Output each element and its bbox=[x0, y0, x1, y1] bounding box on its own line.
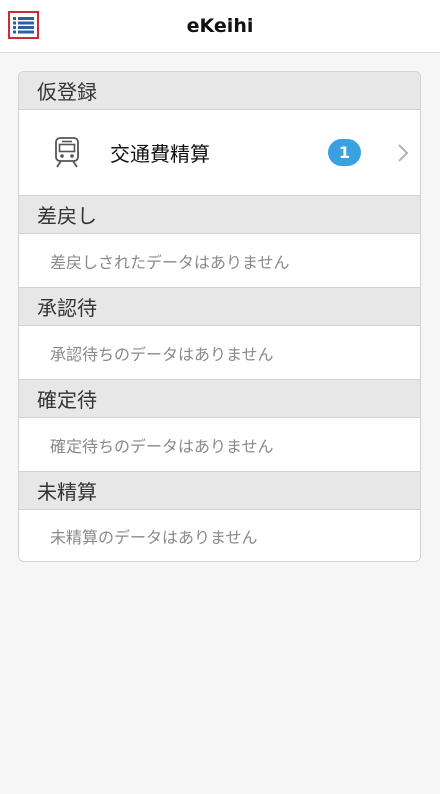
transport-expense-label: 交通費精算 bbox=[110, 142, 210, 166]
app-header: eKeihi bbox=[0, 0, 440, 53]
status-panel: 仮登録 交通費精算 1 差戻し 差戻しされたデータはありません 承認待 承認待ち… bbox=[18, 71, 421, 562]
empty-message-unsettled: 未精算のデータはありません bbox=[19, 510, 420, 561]
empty-message-awaiting-approval: 承認待ちのデータはありません bbox=[19, 326, 420, 379]
chevron-right-icon bbox=[397, 110, 409, 195]
section-header-awaiting-confirmation: 確定待 bbox=[19, 380, 420, 417]
section-header-awaiting-approval: 承認待 bbox=[19, 288, 420, 325]
list-menu-icon bbox=[13, 16, 34, 33]
train-icon bbox=[53, 110, 81, 195]
list-item-transport-expense[interactable]: 交通費精算 1 bbox=[19, 110, 420, 195]
empty-message-awaiting-confirmation: 確定待ちのデータはありません bbox=[19, 418, 420, 471]
empty-message-returned: 差戻しされたデータはありません bbox=[19, 234, 420, 287]
section-header-returned: 差戻し bbox=[19, 196, 420, 233]
section-header-unsettled: 未精算 bbox=[19, 472, 420, 509]
section-header-provisional: 仮登録 bbox=[19, 72, 420, 109]
app-title: eKeihi bbox=[186, 15, 254, 37]
menu-button[interactable] bbox=[8, 11, 39, 39]
count-badge: 1 bbox=[328, 139, 361, 166]
